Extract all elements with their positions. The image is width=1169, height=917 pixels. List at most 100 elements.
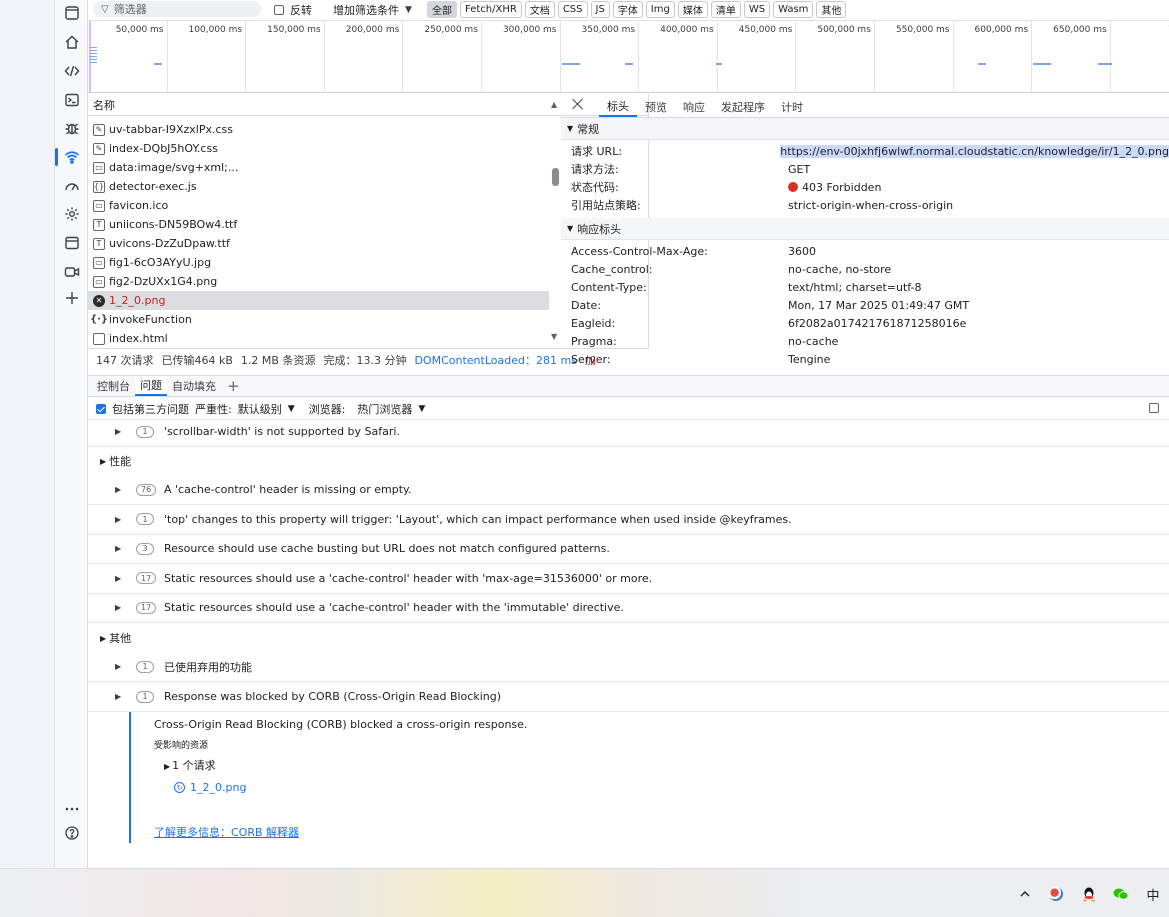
request-row[interactable]: ✕ 1_2_0.png (88, 291, 549, 310)
invert-checkbox[interactable]: 反转 (274, 2, 312, 18)
header-value[interactable]: 6f2082a017421761871258016e (788, 317, 966, 330)
help-question-icon[interactable] (62, 823, 82, 843)
header-value[interactable]: GET (788, 163, 810, 176)
include-third-party-checkbox[interactable] (96, 403, 106, 414)
more-filters-dropdown[interactable]: 增加筛选条件 ▼ (333, 2, 412, 18)
header-value[interactable]: 3600 (788, 245, 816, 258)
add-panel-plus-icon[interactable] (62, 288, 82, 308)
drawer-tab[interactable]: 问题 (135, 376, 167, 396)
performance-category[interactable]: ▶ 性能 (88, 447, 1169, 475)
type-filter-chip[interactable]: WS (743, 1, 771, 18)
request-list-scrollbar[interactable]: ▲ ▼ (549, 94, 561, 348)
application-window-icon[interactable] (62, 233, 82, 253)
settings-gear-icon[interactable] (62, 204, 82, 224)
scroll-up-arrow-icon[interactable]: ▲ (551, 100, 557, 109)
details-tab[interactable]: 发起程序 (713, 97, 773, 117)
close-details-icon[interactable] (571, 97, 585, 111)
request-row[interactable]: ▭ favicon.ico (88, 196, 549, 215)
issue-row[interactable]: ▶ 1 Response was blocked by CORB (Cross-Or… (88, 682, 1169, 712)
details-tab[interactable]: 预览 (637, 97, 675, 117)
browser-tab-icon[interactable] (62, 3, 82, 23)
invert-checkbox-box[interactable] (274, 5, 284, 15)
header-value[interactable]: no-cache, no-store (788, 263, 891, 276)
tray-expand-chevron-icon[interactable] (1015, 885, 1035, 903)
type-filter-chip[interactable]: 文档 (524, 1, 555, 18)
recorder-camera-icon[interactable] (62, 262, 82, 282)
type-filter-chip[interactable]: 媒体 (677, 1, 708, 18)
other-category[interactable]: ▶ 其他 (88, 624, 1169, 652)
group-by-category-checkbox[interactable] (1149, 403, 1159, 413)
timeline-tick-label: 300,000 ms (502, 25, 557, 35)
drawer-tab[interactable]: 控制台 (92, 376, 135, 396)
add-drawer-tab-plus-icon[interactable]: + (221, 376, 246, 396)
request-row[interactable]: ▭ fig1-6cO3AYyU.jpg (88, 253, 549, 272)
header-value[interactable]: no-cache (788, 335, 838, 348)
request-row[interactable]: ▭ fig2-DzUXx1G4.png (88, 272, 549, 291)
issue-row[interactable]: ▶ 1 已使用弃用的功能 (88, 652, 1169, 682)
type-filter-chip[interactable]: 全部 (427, 1, 457, 18)
type-filter-chip[interactable]: JS (590, 1, 610, 18)
type-filter-chip[interactable]: Fetch/XHR (460, 1, 522, 18)
qq-penguin-icon[interactable] (1079, 885, 1099, 903)
response-headers-section-header[interactable]: ▼ 响应标头 (561, 218, 1169, 240)
network-timeline-overview[interactable]: 50,000 ms 100,000 ms 150,000 ms 200,000 ms 2… (88, 20, 1169, 93)
drawer-tab[interactable]: 自动填充 (167, 376, 221, 396)
request-row[interactable]: ✎ index-DQbJ5hOY.css (88, 139, 549, 158)
request-row[interactable]: {} detector-exec.js (88, 177, 549, 196)
header-value[interactable]: https://env-00jxhfj6wlwf.normal.cloudsta… (780, 144, 1169, 158)
tray-app-icon-1[interactable] (1046, 885, 1066, 903)
performance-gauge-icon[interactable] (62, 176, 82, 196)
input-method-indicator[interactable]: 中 (1143, 885, 1163, 904)
header-value[interactable]: text/html; charset=utf-8 (788, 281, 922, 294)
scroll-down-arrow-icon[interactable]: ▼ (551, 332, 557, 341)
type-filter-chip[interactable]: 字体 (612, 1, 643, 18)
scroll-thumb[interactable] (552, 168, 559, 186)
expand-triangle-icon[interactable]: ▶ (115, 574, 121, 583)
issue-row[interactable]: ▶ 17 Static resources should use a 'cache-… (88, 564, 1169, 594)
details-tab[interactable]: 标头 (599, 97, 637, 117)
issue-row[interactable]: ▶ 3 Resource should use cache busting but … (88, 534, 1169, 565)
request-row[interactable]: Tuvicons-DzZuDpaw.ttf (88, 234, 549, 253)
request-row[interactable]: ▭ data:image/svg+xml;... (88, 158, 549, 177)
severity-dropdown[interactable]: 默认级别 (238, 401, 282, 417)
request-row[interactable]: index.html (88, 329, 549, 348)
issue-row[interactable]: ▶ 1 'scrollbar-width' is not supported by … (88, 417, 1169, 447)
home-icon[interactable] (62, 32, 82, 52)
filter-input[interactable]: ▽ 筛选器 (93, 1, 261, 17)
header-value[interactable]: 403 Forbidden (788, 181, 881, 194)
request-row[interactable]: ✎ uv-tabbar-I9XzxlPx.css (88, 120, 549, 139)
issue-row[interactable]: ▶ 1 'top' changes to this property will tr… (88, 505, 1169, 535)
expand-triangle-icon[interactable]: ▶ (115, 485, 121, 494)
type-filter-chip[interactable]: Wasm (773, 1, 814, 18)
more-ellipsis-icon[interactable] (62, 799, 82, 819)
console-icon[interactable] (62, 90, 82, 110)
expand-triangle-icon[interactable]: ▶ (115, 427, 121, 436)
general-section-header[interactable]: ▼ 常规 (561, 118, 1169, 140)
header-value[interactable]: Mon, 17 Mar 2025 01:49:47 GMT (788, 299, 969, 312)
type-filter-chip[interactable]: Img (645, 1, 675, 18)
issue-row[interactable]: ▶ 76 A 'cache-control' header is missing o… (88, 475, 1169, 505)
expand-triangle-icon[interactable]: ▶ (115, 662, 121, 671)
expand-triangle-icon[interactable]: ▶ (115, 692, 121, 701)
affected-requests-toggle[interactable]: ▶ 1 个请求 (164, 757, 216, 773)
type-filter-chip[interactable]: 清单 (710, 1, 741, 18)
issue-row[interactable]: ▶ 17 Static resources should use a 'cache-… (88, 593, 1169, 624)
browser-dropdown[interactable]: 热门浏览器 (357, 401, 412, 417)
expand-triangle-icon[interactable]: ▶ (115, 544, 121, 553)
network-wifi-icon[interactable] (55, 147, 82, 167)
expand-triangle-icon[interactable]: ▶ (115, 515, 121, 524)
request-row[interactable]: {·} invokeFunction (88, 310, 549, 329)
learn-more-corb-link[interactable]: 了解更多信息：CORB 解释器 (154, 824, 299, 840)
elements-icon[interactable] (62, 61, 82, 81)
type-filter-chip[interactable]: 其他 (816, 1, 847, 18)
expand-triangle-icon[interactable]: ▶ (115, 603, 121, 612)
affected-request-link[interactable]: ↻ 1_2_0.png (174, 781, 246, 794)
sources-bug-icon[interactable] (62, 118, 82, 138)
header-value[interactable]: Tengine (788, 353, 830, 366)
request-row[interactable]: Tuniicons-DN59BOw4.ttf (88, 215, 549, 234)
header-value[interactable]: strict-origin-when-cross-origin (788, 199, 953, 212)
details-tab[interactable]: 计时 (773, 97, 811, 117)
wechat-icon[interactable] (1111, 885, 1131, 903)
details-tab[interactable]: 响应 (675, 97, 713, 117)
type-filter-chip[interactable]: CSS (557, 1, 588, 18)
